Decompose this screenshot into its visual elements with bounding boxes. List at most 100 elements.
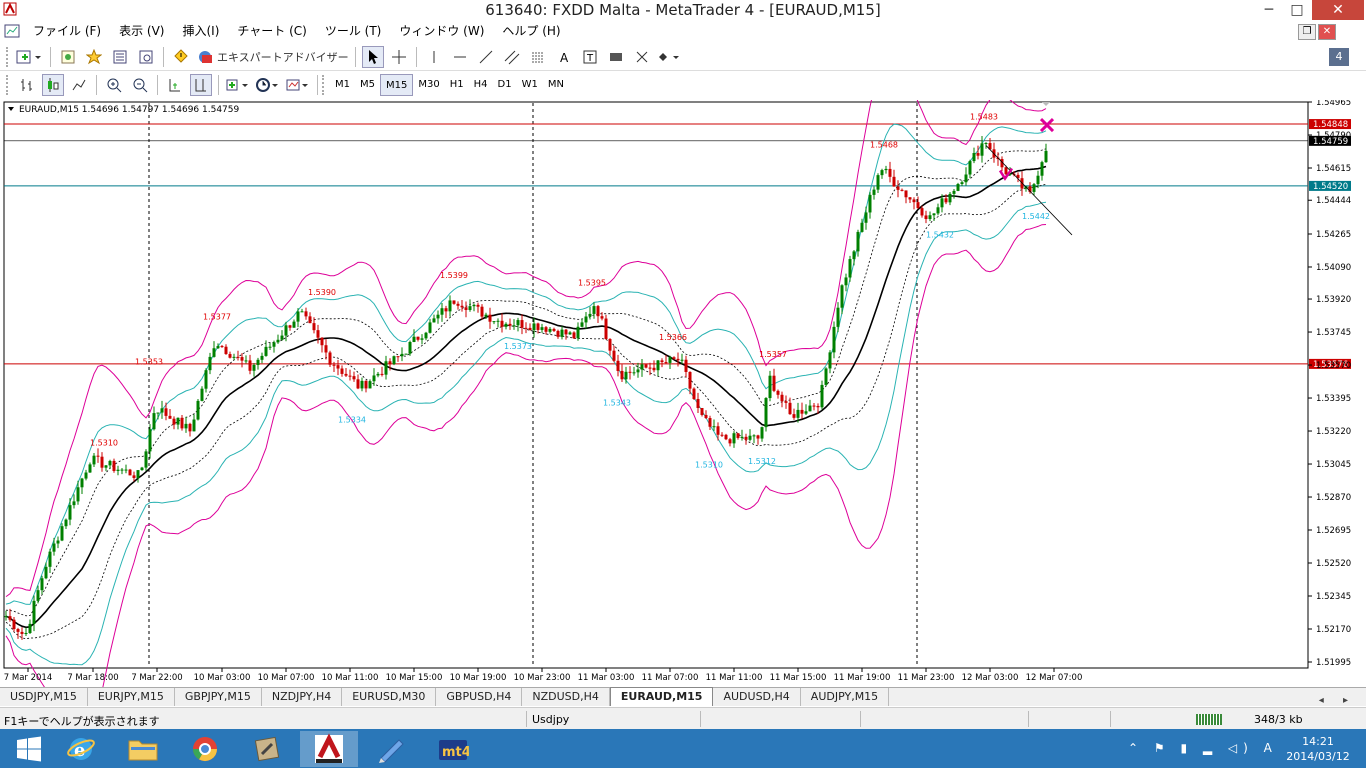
- chart-shift-icon[interactable]: [190, 74, 212, 96]
- menu-help[interactable]: ヘルプ (H): [493, 20, 569, 42]
- market-watch-icon[interactable]: [109, 46, 131, 68]
- price-chart[interactable]: 1.548481.547591.545201.53576 1.53101.535…: [0, 100, 1366, 687]
- clock[interactable]: 14:21 2014/03/12: [1270, 734, 1366, 764]
- text-icon[interactable]: A: [553, 46, 575, 68]
- line-chart-icon[interactable]: [68, 74, 90, 96]
- maximize-button[interactable]: □: [1284, 0, 1310, 20]
- text-label-icon[interactable]: T: [579, 46, 601, 68]
- timeframe-m1[interactable]: M1: [330, 74, 355, 96]
- taskbar-pen[interactable]: [362, 731, 420, 767]
- crosshair-icon[interactable]: [388, 46, 410, 68]
- zoom-out-icon[interactable]: [129, 74, 151, 96]
- menu-tools[interactable]: ツール (T): [316, 20, 391, 42]
- tab-audjpy-m15[interactable]: AUDJPY,M15: [801, 688, 890, 706]
- bar-chart-icon[interactable]: [16, 74, 38, 96]
- equidistant-channel-icon[interactable]: [501, 46, 523, 68]
- tab-usdjpy-m15[interactable]: USDJPY,M15: [0, 688, 88, 706]
- tab-nzdjpy-h4[interactable]: NZDJPY,H4: [262, 688, 343, 706]
- zoom-in-icon[interactable]: [103, 74, 125, 96]
- candle-body: [1036, 175, 1040, 185]
- candle-body: [1044, 150, 1048, 163]
- navigator-warning-icon[interactable]: [170, 46, 192, 68]
- favorites-icon[interactable]: [83, 46, 105, 68]
- cursor-icon[interactable]: [361, 45, 384, 68]
- shapes-dropdown-icon[interactable]: [657, 46, 681, 68]
- toolbar-grip[interactable]: [322, 75, 326, 95]
- tab-euraud-m15[interactable]: EURAUD,M15: [609, 687, 714, 706]
- candle-body: [584, 316, 588, 323]
- indicators-dropdown-icon[interactable]: [225, 74, 251, 96]
- timeframe-mn[interactable]: MN: [543, 74, 569, 96]
- status-help-text: F1キーでヘルプが表示されます: [4, 715, 160, 728]
- new-chart-icon[interactable]: [16, 46, 44, 68]
- menu-view[interactable]: 表示 (V): [110, 20, 173, 42]
- vertical-line-icon[interactable]: [423, 46, 445, 68]
- candle-body: [664, 362, 668, 364]
- tab-nzdusd-h4[interactable]: NZDUSD,H4: [522, 688, 610, 706]
- templates-dropdown-icon[interactable]: [285, 74, 311, 96]
- candle-body: [912, 199, 916, 203]
- tab-gbpusd-h4[interactable]: GBPUSD,H4: [436, 688, 523, 706]
- taskbar-chrome[interactable]: [176, 731, 234, 767]
- taskbar-mt4[interactable]: mt4: [424, 731, 482, 767]
- status-bar: F1キーでヘルプが表示されます Usdjpy 348/3 kb: [0, 707, 1366, 729]
- candle-body: [652, 367, 656, 371]
- taskbar-explorer[interactable]: [114, 731, 172, 767]
- horizontal-line-icon[interactable]: [449, 46, 471, 68]
- timeframe-h4[interactable]: H4: [469, 74, 493, 96]
- menu-file[interactable]: ファイル (F): [24, 20, 110, 42]
- metatrader-app-icon[interactable]: [3, 2, 17, 16]
- chart-window-icon[interactable]: [4, 24, 20, 38]
- candlestick-icon[interactable]: [42, 74, 64, 96]
- status-profile[interactable]: Usdjpy: [532, 713, 569, 726]
- svg-text:A: A: [560, 51, 569, 65]
- status-divider: [700, 711, 701, 727]
- tab-audusd-h4[interactable]: AUDUSD,H4: [713, 688, 801, 706]
- data-window-icon[interactable]: [135, 46, 157, 68]
- candle-body: [688, 371, 692, 389]
- rectangle-icon[interactable]: [605, 46, 627, 68]
- zigzag-high-label: 1.5353: [135, 358, 163, 367]
- timeframe-m30[interactable]: M30: [413, 74, 444, 96]
- expert-advisor-button[interactable]: エキスパートアドバイザー: [196, 46, 349, 68]
- close-button[interactable]: ✕: [1312, 0, 1364, 20]
- notification-badge[interactable]: 4: [1329, 48, 1349, 66]
- tab-gbpjpy-m15[interactable]: GBPJPY,M15: [175, 688, 262, 706]
- profiles-icon[interactable]: [57, 46, 79, 68]
- toolbar-grip[interactable]: [6, 46, 10, 67]
- mdi-restore-button[interactable]: ❐: [1298, 24, 1316, 40]
- mdi-close-button[interactable]: ✕: [1318, 24, 1336, 40]
- candle-body: [68, 505, 72, 520]
- menu-charts[interactable]: チャート (C): [228, 20, 315, 42]
- timeframe-h1[interactable]: H1: [445, 74, 469, 96]
- candle-body: [344, 373, 348, 376]
- candle-body: [816, 405, 820, 408]
- taskbar-fxdd[interactable]: [300, 731, 358, 767]
- taskbar-tool[interactable]: [238, 731, 296, 767]
- toolbar-grip[interactable]: [6, 75, 10, 95]
- timeframe-d1[interactable]: D1: [493, 74, 517, 96]
- minimize-button[interactable]: ─: [1256, 0, 1282, 20]
- arrow-icon[interactable]: [631, 46, 653, 68]
- taskbar-ie[interactable]: e: [52, 731, 110, 767]
- periods-dropdown-icon[interactable]: [255, 74, 281, 96]
- tab-eurusd-m30[interactable]: EURUSD,M30: [342, 688, 437, 706]
- candle-body: [128, 469, 132, 476]
- tab-scroll-arrows[interactable]: ◂ ▸: [1319, 695, 1366, 706]
- trendline-icon[interactable]: [475, 46, 497, 68]
- menu-insert[interactable]: 挿入(I): [173, 20, 228, 42]
- candle-body: [752, 435, 756, 437]
- auto-scroll-icon[interactable]: [164, 74, 186, 96]
- timeframe-m5[interactable]: M5: [355, 74, 380, 96]
- start-button[interactable]: [0, 731, 58, 767]
- candle-body: [488, 314, 492, 322]
- status-divider: [1110, 711, 1111, 727]
- pen-tool-icon: [379, 739, 404, 763]
- fibonacci-icon[interactable]: [527, 46, 549, 68]
- timeframe-m15[interactable]: M15: [380, 74, 414, 96]
- menu-window[interactable]: ウィンドウ (W): [390, 20, 493, 42]
- system-tray[interactable]: ⌃ ⚑ ▮ ▂ ◁) A: [1128, 741, 1278, 755]
- timeframe-w1[interactable]: W1: [517, 74, 543, 96]
- tab-eurjpy-m15[interactable]: EURJPY,M15: [88, 688, 175, 706]
- window-title: 613640: FXDD Malta - MetaTrader 4 - [EUR…: [485, 1, 881, 19]
